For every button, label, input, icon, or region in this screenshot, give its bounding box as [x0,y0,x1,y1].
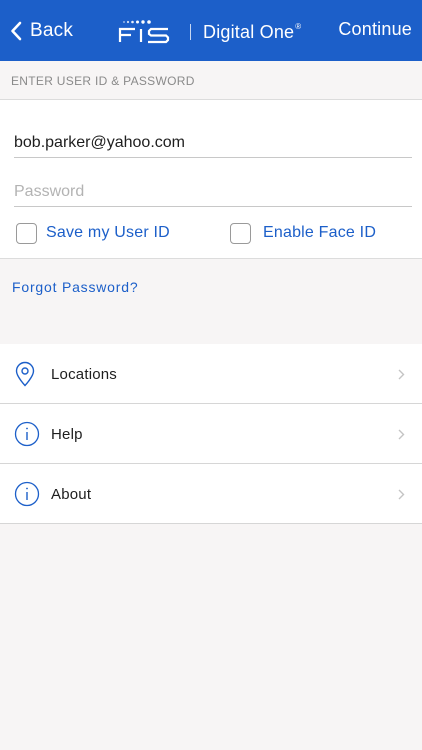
info-icon [14,421,40,447]
back-button[interactable]: Back [10,18,73,44]
menu-list: Locations Help About [0,344,422,524]
section-title: ENTER USER ID & PASSWORD [11,74,195,88]
chevron-right-icon [398,489,405,500]
location-pin-icon [15,361,35,387]
menu-label-help: Help [51,426,83,443]
enable-face-id-option[interactable]: Enable Face ID [230,221,376,245]
login-form: Save my User ID Enable Face ID [0,100,422,259]
chevron-left-icon [11,21,22,41]
logo-product-name: Digital One® [203,21,302,42]
enable-face-id-checkbox[interactable] [230,222,251,244]
continue-button[interactable]: Continue [338,19,412,40]
nav-bar: Back Digital One® Continue [0,0,422,61]
save-user-id-label: Save my User ID [46,224,170,241]
menu-item-about[interactable]: About [0,464,422,524]
menu-label-about: About [51,486,92,503]
chevron-right-icon [398,429,405,440]
save-user-id-option[interactable]: Save my User ID [16,221,170,245]
forgot-password-link[interactable]: Forgot Password? [12,279,138,295]
menu-item-locations[interactable]: Locations [0,344,422,404]
fis-logo-icon [118,20,170,44]
fis-digital-one-logo: Digital One® [118,14,301,50]
enable-face-id-label: Enable Face ID [263,224,377,241]
menu-label-locations: Locations [51,366,118,383]
save-user-id-checkbox[interactable] [16,222,37,244]
chevron-right-icon [398,369,405,380]
user-id-input[interactable] [14,128,412,158]
menu-item-help[interactable]: Help [0,404,422,464]
info-icon [14,481,40,507]
password-input[interactable] [14,177,412,207]
back-label: Back [30,20,74,41]
logo-divider [190,24,191,40]
section-header: ENTER USER ID & PASSWORD [0,61,422,100]
